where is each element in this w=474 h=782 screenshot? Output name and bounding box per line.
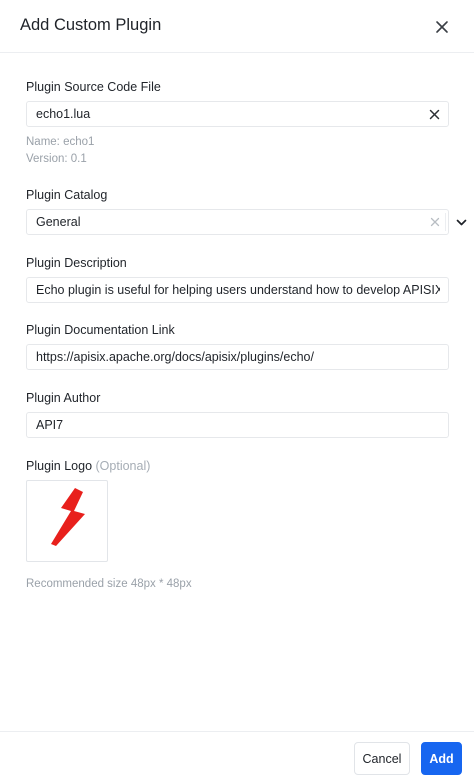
- lightning-bolt-icon: [51, 488, 85, 546]
- optional-tag: (Optional): [95, 459, 151, 473]
- plugin-version-info: Version: 0.1: [26, 153, 87, 165]
- doc-link-label: Plugin Documentation Link: [26, 323, 175, 337]
- catalog-dropdown-toggle[interactable]: [454, 216, 468, 228]
- catalog-label: Plugin Catalog: [26, 188, 108, 202]
- logo-label-text: Plugin Logo: [26, 459, 93, 473]
- remove-file-button[interactable]: [426, 106, 442, 122]
- dialog-title: Add Custom Plugin: [20, 16, 162, 34]
- cancel-button[interactable]: Cancel: [354, 742, 410, 775]
- close-button[interactable]: [430, 15, 454, 39]
- author-value: API7: [36, 418, 64, 432]
- source-file-field[interactable]: echo1.lua: [26, 101, 449, 127]
- description-input[interactable]: Echo plugin is useful for helping users …: [26, 277, 449, 303]
- author-input[interactable]: API7: [26, 412, 449, 438]
- source-file-label: Plugin Source Code File: [26, 80, 161, 94]
- dialog-footer: Cancel Add: [0, 731, 474, 782]
- plugin-name-info: Name: echo1: [26, 136, 95, 148]
- doc-link-input[interactable]: https://apisix.apache.org/docs/apisix/pl…: [26, 344, 449, 370]
- dialog-header: Add Custom Plugin: [0, 0, 474, 53]
- author-label: Plugin Author: [26, 391, 101, 405]
- chevron-down-icon: [456, 219, 466, 225]
- close-icon: [429, 109, 439, 119]
- logo-upload[interactable]: [26, 480, 108, 562]
- select-divider: [445, 213, 446, 231]
- source-file-value: echo1.lua: [36, 107, 91, 121]
- description-label: Plugin Description: [26, 256, 127, 270]
- catalog-selected-value: General: [36, 215, 81, 229]
- add-button[interactable]: Add: [421, 742, 462, 775]
- close-icon: [430, 217, 440, 227]
- catalog-clear-button[interactable]: [429, 216, 441, 228]
- logo-label: Plugin Logo (Optional): [26, 459, 150, 473]
- catalog-select[interactable]: General: [26, 209, 466, 235]
- close-icon: [436, 21, 448, 33]
- logo-size-hint: Recommended size 48px * 48px: [26, 578, 192, 590]
- doc-link-value: https://apisix.apache.org/docs/apisix/pl…: [36, 350, 314, 364]
- description-value: Echo plugin is useful for helping users …: [36, 283, 440, 297]
